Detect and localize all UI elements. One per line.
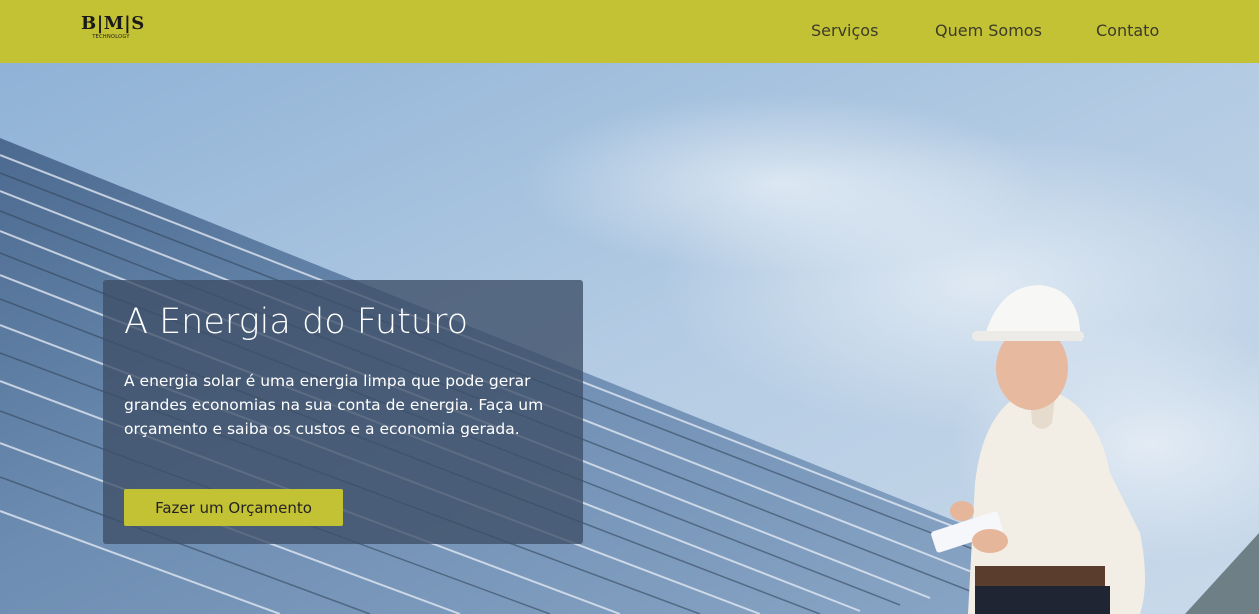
hero-description: A energia solar é uma energia limpa que … xyxy=(124,372,544,438)
logo-subtext: TECHNOLOGY xyxy=(92,34,130,40)
request-quote-button[interactable]: Fazer um Orçamento xyxy=(124,489,343,526)
hero-card: A Energia do Futuro A energia solar é um… xyxy=(103,280,583,544)
nav-link-contato[interactable]: Contato xyxy=(1096,21,1159,41)
hero-section: A Energia do Futuro A energia solar é um… xyxy=(0,63,1259,614)
bms-logo[interactable]: B|M|S TECHNOLOGY xyxy=(81,13,145,41)
logo-text: B|M|S xyxy=(81,13,145,34)
nav-link-servicos[interactable]: Serviços xyxy=(811,21,878,41)
site-header: B|M|S TECHNOLOGY Serviços Quem Somos Con… xyxy=(0,0,1259,63)
nav-link-quem-somos[interactable]: Quem Somos xyxy=(935,21,1042,41)
hero-title: A Energia do Futuro xyxy=(124,302,469,342)
